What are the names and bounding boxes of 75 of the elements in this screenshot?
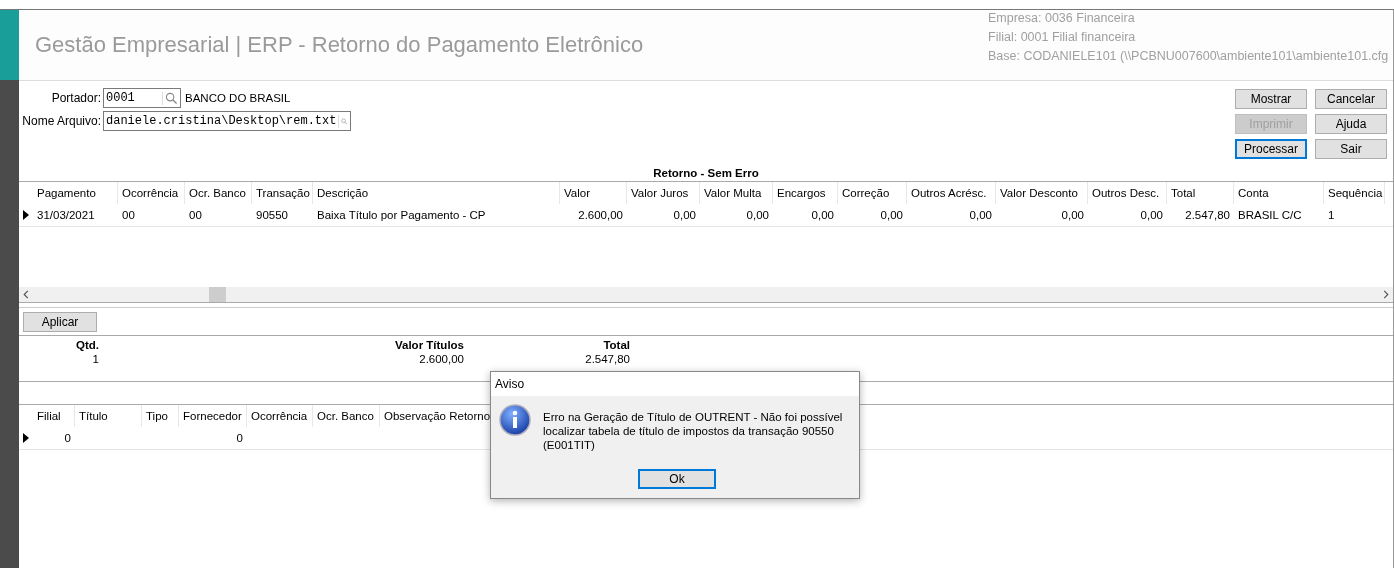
input-field[interactable]: daniele.cristina\Desktop\rem.txt xyxy=(103,111,351,131)
column-header[interactable]: Pagamento xyxy=(37,187,96,199)
apply-button[interactable]: Aplicar xyxy=(23,312,97,332)
column-header[interactable]: Ocr. Banco xyxy=(189,187,246,199)
section-title: Retorno - Sem Erro xyxy=(653,167,759,179)
column-header[interactable]: Correção xyxy=(842,187,890,199)
ok-button[interactable]: Ok xyxy=(638,469,716,489)
summary-label: Valor Títulos xyxy=(395,339,464,351)
column-header[interactable]: Observação Retorno xyxy=(384,410,491,422)
column-header[interactable]: Filial xyxy=(37,410,61,422)
table-cell: Baixa Título por Pagamento - CP xyxy=(317,209,486,221)
table-cell: 31/03/2021 xyxy=(37,209,95,221)
dialog-title: Aviso xyxy=(495,377,525,391)
search-icon[interactable] xyxy=(162,91,180,105)
action-button[interactable]: Processar xyxy=(1235,139,1307,159)
table-cell: 2.600,00 xyxy=(578,209,623,221)
field-label: Portador: xyxy=(50,91,102,105)
action-button[interactable]: Mostrar xyxy=(1235,89,1307,109)
action-button[interactable]: Sair xyxy=(1315,139,1387,159)
table-cell: 2.547,80 xyxy=(1185,209,1230,221)
table-cell: 0,00 xyxy=(1061,209,1084,221)
column-header[interactable]: Ocorrência xyxy=(122,187,179,199)
column-header[interactable]: Outros Acrésc. xyxy=(911,187,987,199)
column-header[interactable]: Transação xyxy=(256,187,310,199)
field-description: BANCO DO BRASIL xyxy=(185,92,291,104)
table-cell: 00 xyxy=(122,209,135,221)
table-cell: 0,00 xyxy=(811,209,834,221)
column-header[interactable]: Ocr. Banco xyxy=(317,410,374,422)
scroll-left-icon[interactable] xyxy=(23,290,29,299)
scroll-right-icon[interactable] xyxy=(1383,290,1389,299)
horizontal-scrollbar[interactable] xyxy=(19,287,1393,302)
summary-value: 2.600,00 xyxy=(419,353,464,365)
table-cell: 0 xyxy=(236,432,243,444)
column-header[interactable]: Encargos xyxy=(777,187,826,199)
table-cell: 00 xyxy=(189,209,202,221)
page-title: Gestão Empresarial | ERP - Retorno do Pagamento Eletrônico xyxy=(34,31,644,59)
column-header[interactable]: Tipo xyxy=(146,410,168,422)
table-cell: 0,00 xyxy=(673,209,696,221)
info-text: Empresa: 0036 Financeira xyxy=(988,11,1136,25)
info-text: Base: CODANIELE101 (\\PCBNU007600\ambiente101\ambiente101.cfg xyxy=(988,49,1390,63)
column-header[interactable]: Fornecedor xyxy=(183,410,242,422)
column-header[interactable]: Ocorrência xyxy=(251,410,308,422)
column-header[interactable]: Título xyxy=(79,410,108,422)
column-header[interactable]: Total xyxy=(1171,187,1196,199)
column-header[interactable]: Descrição xyxy=(317,187,369,199)
column-header[interactable]: Sequência xyxy=(1328,187,1383,199)
summary-value: 2.547,80 xyxy=(585,353,630,365)
table-cell: 0,00 xyxy=(1140,209,1163,221)
table-cell: 1 xyxy=(1328,209,1335,221)
accent-bar xyxy=(0,10,19,80)
column-header[interactable]: Valor Juros xyxy=(631,187,689,199)
action-button[interactable]: Cancelar xyxy=(1315,89,1387,109)
scrollbar-thumb[interactable] xyxy=(209,287,226,302)
table-cell: 0,00 xyxy=(746,209,769,221)
column-header[interactable]: Outros Desc. xyxy=(1092,187,1160,199)
info-icon xyxy=(499,404,531,436)
input-field[interactable]: 0001 xyxy=(103,88,181,108)
table-cell: 0,00 xyxy=(969,209,992,221)
table-cell: 0 xyxy=(64,432,71,444)
table-cell: BRASIL C/C xyxy=(1238,209,1302,221)
table-cell: 90550 xyxy=(256,209,288,221)
field-label: Nome Arquivo: xyxy=(21,114,102,128)
summary-value: 1 xyxy=(92,353,99,365)
summary-label: Total xyxy=(603,339,630,351)
summary-label: Qtd. xyxy=(76,339,99,351)
row-pointer-icon xyxy=(23,210,29,220)
row-pointer-icon xyxy=(23,433,29,443)
dialog-message: Erro na Geração de Título de OUTRENT - Não foi possível localizar tabela de título de impostos da transação 90550 (E001TIT) xyxy=(543,410,843,453)
column-header[interactable]: Valor xyxy=(564,187,590,199)
info-text: Filial: 0001 Filial financeira xyxy=(988,30,1137,44)
table-cell: 0,00 xyxy=(880,209,903,221)
column-header[interactable]: Valor Multa xyxy=(704,187,762,199)
column-header[interactable]: Conta xyxy=(1238,187,1269,199)
column-header[interactable]: Valor Desconto xyxy=(1000,187,1078,199)
action-button[interactable]: Ajuda xyxy=(1315,114,1387,134)
